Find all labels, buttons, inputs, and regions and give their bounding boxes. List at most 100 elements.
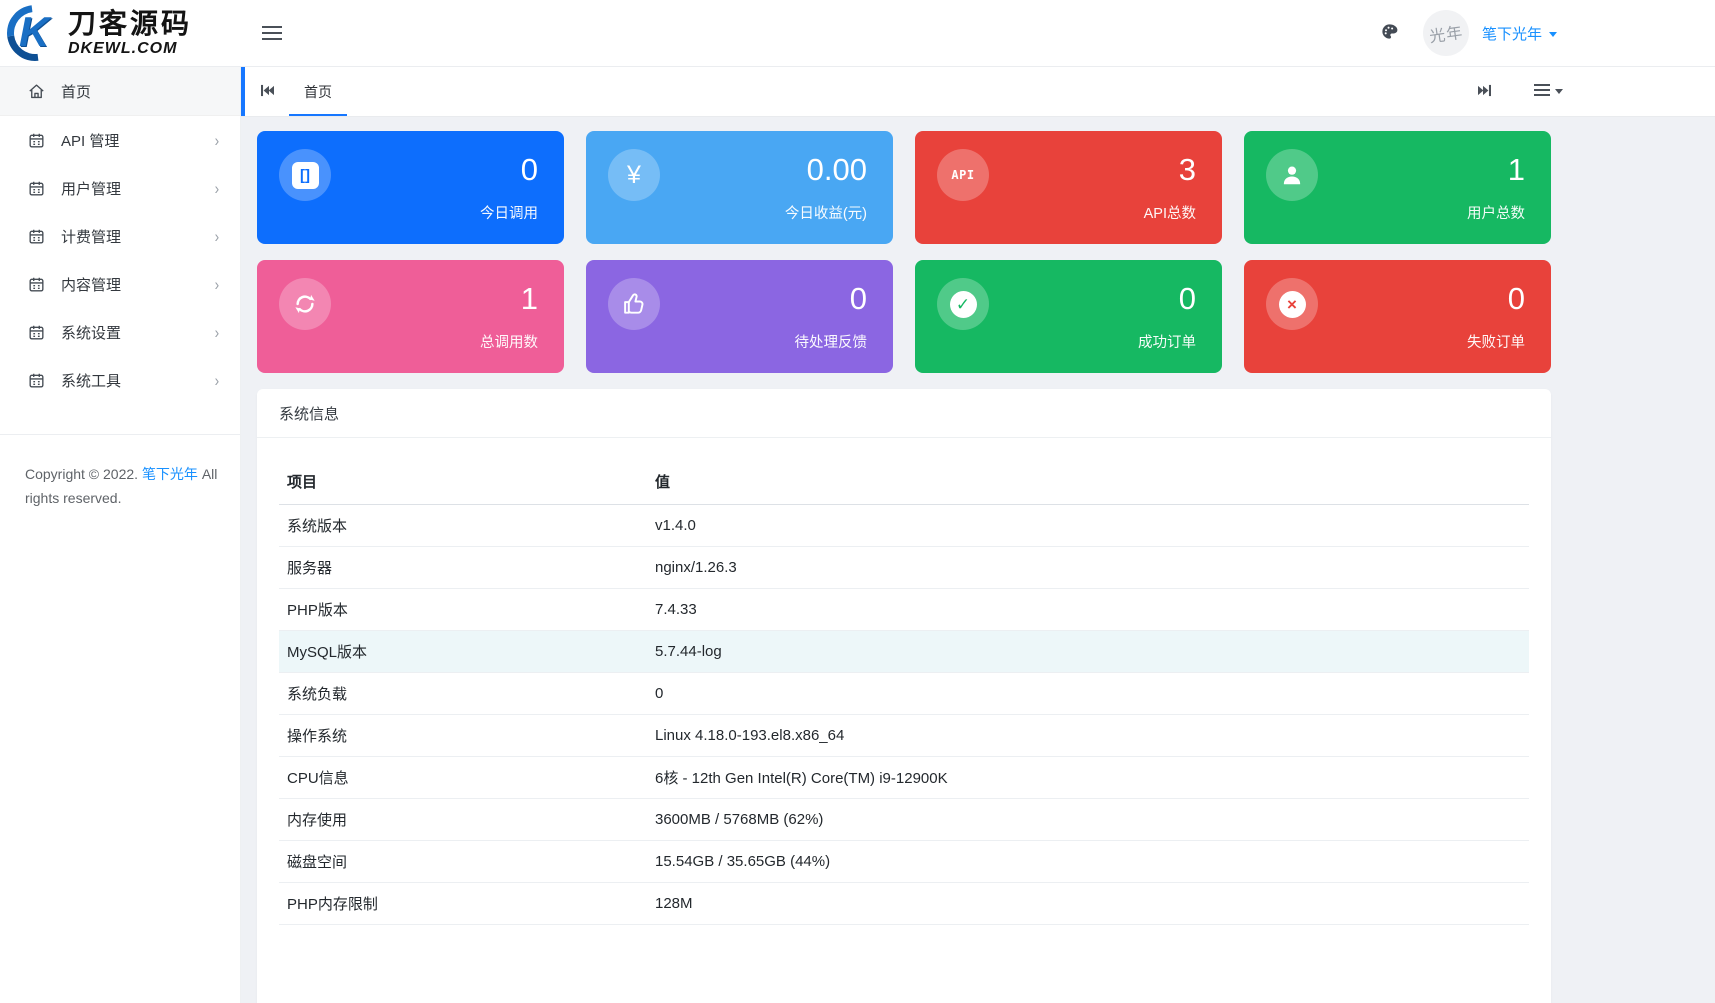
table-row: PHP内存限制128M — [279, 883, 1529, 925]
value-cell: 6核 - 12th Gen Intel(R) Core(TM) i9-12900… — [647, 757, 1529, 799]
list-menu-icon — [1534, 83, 1550, 100]
table-row: 内存使用3600MB / 5768MB (62%) — [279, 799, 1529, 841]
value-cell: 128M — [647, 883, 1529, 925]
logo-letter: K — [19, 8, 49, 56]
sidebar-item-label: 系统工具 — [61, 370, 121, 391]
tab-bar: 首页 — [241, 67, 1715, 117]
value-cell: 3600MB / 5768MB (62%) — [647, 799, 1529, 841]
tabs-scroll-left-button[interactable] — [245, 67, 289, 116]
stats-grid: []0今日调用¥0.00今日收益(元)API3API总数1用户总数1总调用数0待… — [257, 131, 1551, 373]
caret-down-icon — [1549, 32, 1557, 37]
calendar-icon — [26, 370, 46, 390]
system-info-table: 项目 值 系统版本v1.4.0服务器nginx/1.26.3PHP版本7.4.3… — [279, 459, 1529, 925]
sidebar-item-tools[interactable]: 系统工具 › — [0, 356, 240, 404]
stat-label: 总调用数 — [480, 331, 538, 352]
item-cell: MySQL版本 — [279, 631, 647, 673]
table-row: 系统版本v1.4.0 — [279, 505, 1529, 547]
hamburger-icon — [262, 26, 282, 28]
copyright-link[interactable]: 笔下光年 — [142, 466, 198, 482]
tab-label: 首页 — [304, 82, 332, 102]
stat-value: 3 — [1179, 152, 1196, 188]
caret-down-icon — [1555, 89, 1563, 94]
calendar-icon — [26, 274, 46, 294]
avatar[interactable]: 光年 — [1423, 10, 1469, 56]
stat-label: API总数 — [1144, 202, 1196, 223]
chevron-right-icon: › — [215, 132, 220, 149]
skip-back-icon — [260, 84, 275, 100]
stat-card-total-calls: 1 总调用数 — [257, 260, 564, 373]
stat-label: 今日收益(元) — [785, 202, 867, 223]
value-cell: 0 — [647, 673, 1529, 715]
item-cell: CPU信息 — [279, 757, 647, 799]
tab-bar-controls — [1462, 67, 1563, 116]
system-info-body: 项目 值 系统版本v1.4.0服务器nginx/1.26.3PHP版本7.4.3… — [257, 438, 1551, 925]
sidebar-toggle-button[interactable] — [262, 18, 292, 48]
item-cell: 服务器 — [279, 547, 647, 589]
skip-forward-icon — [1477, 84, 1492, 100]
stat-card-pending-feedback: 0待处理反馈 — [586, 260, 893, 373]
copyright: Copyright © 2022. 笔下光年 All rights reserv… — [0, 435, 240, 510]
item-cell: 系统版本 — [279, 505, 647, 547]
check-circle-icon: ✓ — [937, 278, 989, 330]
tab-home[interactable]: 首页 — [289, 67, 347, 116]
stat-card-user-total: 1 用户总数 — [1244, 131, 1551, 244]
chevron-right-icon: › — [215, 276, 220, 293]
system-info-table-body: 系统版本v1.4.0服务器nginx/1.26.3PHP版本7.4.33MySQ… — [279, 505, 1529, 925]
tab-actions-menu-button[interactable] — [1534, 83, 1563, 100]
item-cell: PHP版本 — [279, 589, 647, 631]
header-right: 光年 笔下光年 — [1380, 10, 1557, 56]
item-cell: 内存使用 — [279, 799, 647, 841]
value-cell: nginx/1.26.3 — [647, 547, 1529, 589]
stat-value: 1 — [1508, 152, 1525, 188]
yen-icon: ¥ — [608, 149, 660, 201]
theme-palette-button[interactable] — [1380, 22, 1399, 44]
sidebar-item-content[interactable]: 内容管理› — [0, 260, 240, 308]
stat-card-api-total: API 3 API总数 — [915, 131, 1222, 244]
content: []0今日调用¥0.00今日收益(元)API3API总数1用户总数1总调用数0待… — [241, 117, 1715, 1003]
item-cell: PHP内存限制 — [279, 883, 647, 925]
value-cell: 7.4.33 — [647, 589, 1529, 631]
sidebar-item-settings[interactable]: 系统设置 › — [0, 308, 240, 356]
stat-card-success-orders: ✓0成功订单 — [915, 260, 1222, 373]
stat-label: 待处理反馈 — [795, 331, 868, 352]
sidebar-item-label: API 管理 — [61, 130, 119, 151]
sidebar-item-api[interactable]: API 管理 › — [0, 116, 240, 164]
stat-value: 0 — [521, 152, 538, 188]
item-cell: 操作系统 — [279, 715, 647, 757]
sidebar-item-home[interactable]: 首页 — [0, 67, 240, 116]
stat-value: 0.00 — [807, 152, 867, 188]
brackets-icon: [] — [279, 149, 331, 201]
stat-label: 成功订单 — [1138, 331, 1196, 352]
stat-label: 用户总数 — [1467, 202, 1525, 223]
logo[interactable]: K 刀客源码 DKEWL.COM — [0, 0, 241, 67]
calendar-icon — [26, 226, 46, 246]
copyright-prefix: Copyright © 2022. — [25, 466, 138, 482]
sidebar-item-label: 系统设置 — [61, 322, 121, 343]
sidebar-item-label: 用户管理 — [61, 178, 121, 199]
tabs-scroll-right-button[interactable] — [1462, 84, 1506, 100]
user-menu[interactable]: 笔下光年 — [1482, 23, 1557, 44]
api-text-icon: API — [937, 149, 989, 201]
table-row: PHP版本7.4.33 — [279, 589, 1529, 631]
sidebar-menu: 首页 API 管理 › 用户管理 › 计费管理›内容管理› 系统设置 › 系统工具 › — [0, 67, 240, 404]
stat-card-failed-orders: ×0失败订单 — [1244, 260, 1551, 373]
column-header-value: 值 — [647, 459, 1529, 505]
table-header-row: 项目 值 — [279, 459, 1529, 505]
app-window: K 刀客源码 DKEWL.COM 光年 — [0, 0, 1715, 1003]
logo-text: 刀客源码 DKEWL.COM — [68, 10, 192, 57]
item-cell: 系统负载 — [279, 673, 647, 715]
main-area: 首页 — [241, 67, 1715, 1003]
stat-card-today-calls: []0今日调用 — [257, 131, 564, 244]
sidebar-item-billing[interactable]: 计费管理› — [0, 212, 240, 260]
calendar-icon — [26, 178, 46, 198]
chevron-right-icon: › — [215, 324, 220, 341]
stat-label: 失败订单 — [1467, 331, 1525, 352]
table-row: 服务器nginx/1.26.3 — [279, 547, 1529, 589]
stat-value: 1 — [521, 281, 538, 317]
chevron-right-icon: › — [215, 372, 220, 389]
home-icon — [26, 81, 46, 101]
chevron-right-icon: › — [215, 180, 220, 197]
sidebar-item-users[interactable]: 用户管理 › — [0, 164, 240, 212]
value-cell: 5.7.44-log — [647, 631, 1529, 673]
table-row: 系统负载0 — [279, 673, 1529, 715]
